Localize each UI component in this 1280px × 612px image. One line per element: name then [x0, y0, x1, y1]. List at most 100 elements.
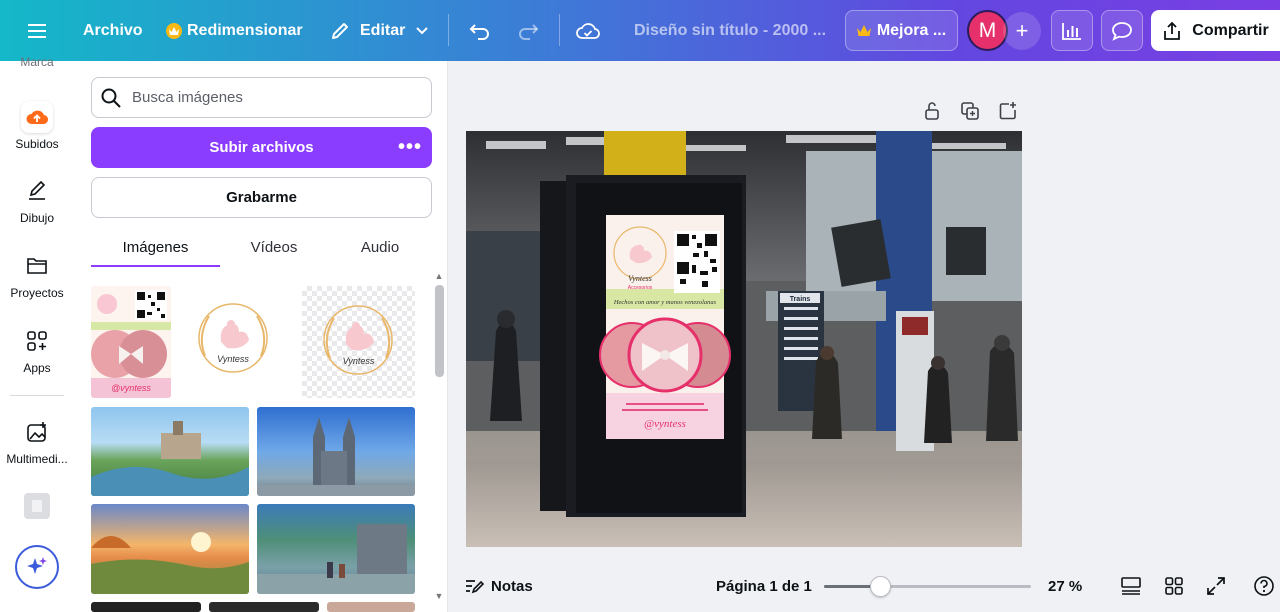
bar-chart-icon [1062, 22, 1081, 40]
add-page-icon [999, 102, 1016, 120]
fullscreen-button[interactable] [1204, 574, 1228, 598]
image-search-box[interactable] [91, 77, 432, 118]
thumbnail-logo-vyntess-white[interactable]: Vyntess [183, 286, 283, 398]
landscape-art [257, 524, 415, 594]
zoom-slider-handle[interactable] [870, 576, 891, 597]
rail-item-app-shortcut[interactable] [0, 493, 74, 523]
station-mockup-image: Vyntess Accesorios Hechos con amor y man… [466, 131, 1022, 547]
logo-thumbnail-art [198, 303, 268, 373]
rail-item-projects[interactable]: Proyectos [0, 250, 74, 300]
help-button[interactable] [1252, 574, 1276, 598]
poster-brand-text: Vyntess [628, 274, 652, 283]
media-icon [21, 416, 53, 448]
tab-images[interactable]: Imágenes [91, 227, 220, 268]
cloud-upload-icon [21, 101, 53, 133]
thumbnail-logo-vyntess-transparent[interactable]: Vyntess [302, 286, 415, 398]
scrollbar-thumb[interactable] [435, 285, 444, 377]
toolbar-divider [559, 14, 560, 46]
tab-audio[interactable]: Audio [328, 227, 432, 268]
uploads-panel: Subir archivos ••• Grabarme Imágenes Víd… [74, 61, 448, 612]
thumbnail-landscape-cathedral[interactable] [257, 407, 415, 496]
edit-mode-button[interactable]: Editar [330, 0, 429, 61]
insights-button[interactable] [1051, 10, 1093, 51]
magic-assistant-button[interactable] [15, 545, 59, 589]
notes-button[interactable]: Notas [464, 574, 533, 598]
more-options-icon[interactable]: ••• [398, 127, 422, 168]
redo-button[interactable] [517, 0, 539, 61]
scroll-up-arrow-icon[interactable]: ▲ [432, 271, 446, 281]
page-view-button[interactable] [1119, 574, 1143, 598]
record-yourself-button[interactable]: Grabarme [91, 177, 432, 218]
zoom-slider[interactable] [824, 576, 1031, 597]
edit-label: Editar [360, 21, 406, 39]
user-avatar[interactable]: M [967, 10, 1008, 51]
tab-label: Vídeos [250, 239, 298, 256]
panel-scrollbar[interactable]: ▲ ▼ [432, 269, 446, 607]
landscape-art [257, 417, 415, 496]
upload-files-button[interactable]: Subir archivos ••• [91, 127, 432, 168]
notes-label: Notas [491, 577, 533, 595]
fullscreen-icon [1207, 577, 1225, 595]
zoom-level-button[interactable]: 27 % [1048, 574, 1082, 598]
file-menu-label: Archivo [83, 21, 143, 39]
rail-item-draw[interactable]: Dibujo [0, 175, 74, 225]
thumbnail-landscape-sunset-field[interactable] [91, 504, 249, 594]
duplicate-page-button[interactable] [958, 98, 982, 124]
thumbnail-caption: Vyntess [217, 354, 249, 364]
rail-item-apps[interactable]: Apps [0, 325, 74, 375]
poster-tagline-text: Hechos con amor y manos venezolanas [613, 299, 717, 306]
grid-view-button[interactable] [1162, 574, 1186, 598]
comments-button[interactable] [1101, 10, 1143, 51]
pencil-icon [332, 22, 348, 39]
active-tab-indicator [91, 265, 220, 267]
avatar-initial: M [978, 18, 997, 42]
tab-videos[interactable]: Vídeos [220, 227, 328, 268]
share-button[interactable]: Compartir [1151, 10, 1280, 51]
rail-item-uploads[interactable]: Subidos [0, 101, 74, 151]
folder-icon [21, 250, 53, 282]
thumbnail-landscape-town-street[interactable] [257, 504, 415, 594]
page-indicator-text: Página 1 de 1 [716, 577, 812, 595]
grid-view-icon [1165, 577, 1183, 595]
rail-item-media[interactable]: Multimedi... [0, 416, 74, 466]
scroll-down-arrow-icon[interactable]: ▼ [432, 591, 446, 601]
thumbnail-landscape-river-town[interactable] [91, 407, 249, 496]
document-title[interactable]: Diseño sin título - 2000 ... [634, 0, 826, 61]
station-sign-text: Trains [790, 296, 811, 303]
thumbnail-partial[interactable] [91, 602, 201, 612]
file-menu-button[interactable]: Archivo [83, 0, 143, 61]
apps-grid-icon [21, 325, 53, 357]
sparkle-icon [27, 557, 47, 574]
poster-handle-text: @vyntess [644, 418, 686, 430]
add-page-button[interactable] [996, 98, 1020, 124]
notes-icon [466, 580, 484, 594]
premium-upgrade-button[interactable]: Mejora ... [845, 10, 958, 51]
crown-icon [856, 25, 871, 36]
main-menu-button[interactable] [28, 0, 46, 61]
lock-page-button[interactable] [920, 98, 944, 124]
undo-icon [469, 23, 489, 40]
save-status-button[interactable] [576, 0, 600, 61]
page-indicator-button[interactable]: Página 1 de 1 [716, 574, 812, 598]
redo-icon [519, 23, 539, 40]
undo-button[interactable] [469, 0, 491, 61]
thumbnail-partial[interactable] [209, 602, 319, 612]
upload-files-label: Subir archivos [209, 139, 314, 156]
design-page-canvas[interactable]: Vyntess Accesorios Hechos con amor y man… [466, 131, 1022, 547]
resize-button[interactable]: Redimensionar [166, 0, 303, 61]
rail-item-label: Apps [23, 361, 51, 375]
share-upload-icon [1164, 21, 1181, 40]
left-navigation-rail: Marca Subidos Dibujo Proyectos Apps Mult… [0, 55, 74, 612]
top-bar: Archivo Redimensionar Editar Diseño sin … [0, 0, 1280, 61]
landscape-art [91, 421, 249, 496]
flyer-thumbnail-art [91, 286, 171, 398]
image-search-input[interactable] [132, 89, 422, 106]
duplicate-icon [961, 102, 979, 120]
chevron-down-icon [416, 26, 429, 34]
thumbnail-flyer-vyntess[interactable]: @vyntess [91, 286, 171, 398]
poster-sub-text: Accesorios [628, 285, 653, 291]
thumbnail-partial[interactable] [327, 602, 415, 612]
add-collaborator-button[interactable]: + [1003, 12, 1041, 50]
pen-icon [21, 175, 53, 207]
logo-thumbnail-art [323, 305, 393, 375]
